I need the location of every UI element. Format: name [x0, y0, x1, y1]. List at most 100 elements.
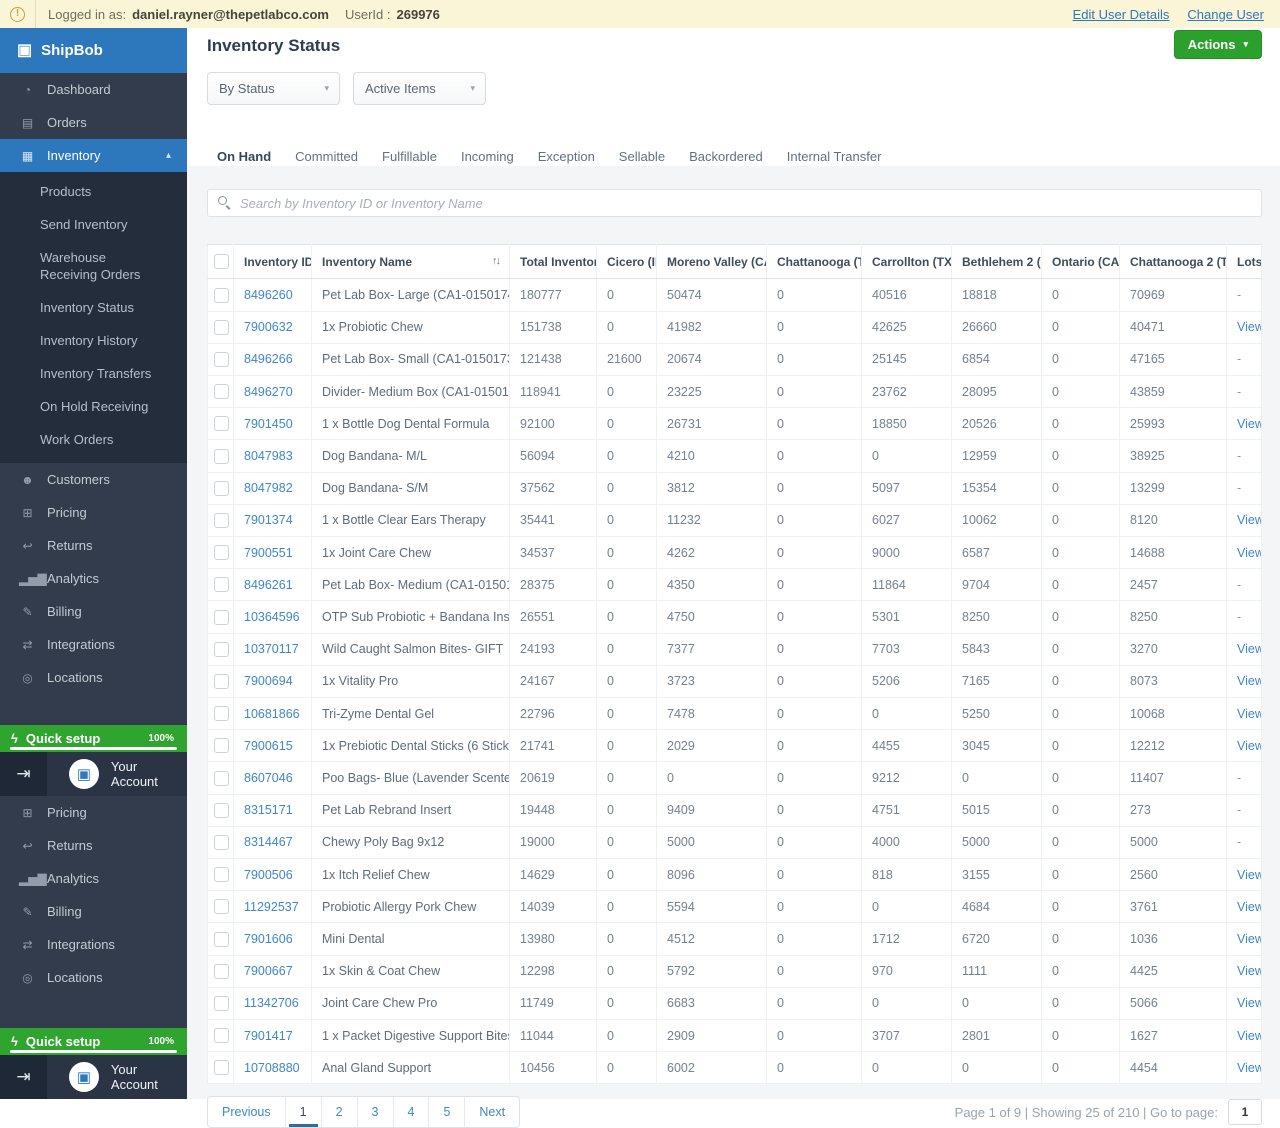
lots-link[interactable]: View — [1237, 642, 1262, 656]
col-bethlehem-2[interactable]: Bethlehem 2 (PA) — [952, 245, 1042, 279]
inventory-id-link[interactable]: 11342706 — [244, 996, 299, 1010]
lots-link[interactable]: View — [1237, 932, 1262, 946]
inventory-id-link[interactable]: 7901450 — [244, 417, 293, 431]
submenu-item-on-hold-receiving[interactable]: On Hold Receiving — [0, 390, 187, 423]
row-checkbox[interactable] — [214, 706, 229, 721]
inventory-id-link[interactable]: 8496261 — [244, 578, 293, 592]
row-checkbox[interactable] — [214, 674, 229, 689]
sidebar-item-orders[interactable]: ▤ Orders — [0, 106, 187, 139]
sidebar-item-customers[interactable]: ☻ Customers — [0, 463, 187, 496]
lots-link[interactable]: View — [1237, 513, 1262, 527]
sidebar-item-integrations[interactable]: ⇄ Integrations — [0, 928, 187, 961]
inventory-id-link[interactable]: 11292537 — [244, 900, 299, 914]
row-checkbox[interactable] — [214, 1060, 229, 1075]
by-status-select[interactable]: By Status ▾ — [207, 72, 340, 105]
inventory-id-link[interactable]: 8496260 — [244, 288, 293, 302]
edit-user-details-link[interactable]: Edit User Details — [1073, 7, 1170, 22]
lots-link[interactable]: View — [1237, 546, 1262, 560]
sidebar-item-returns[interactable]: ↩ Returns — [0, 529, 187, 562]
row-checkbox[interactable] — [214, 867, 229, 882]
row-checkbox[interactable] — [214, 416, 229, 431]
row-checkbox[interactable] — [214, 577, 229, 592]
page-button-4[interactable]: 4 — [393, 1097, 429, 1127]
inventory-id-link[interactable]: 8496266 — [244, 352, 293, 366]
lots-link[interactable]: View — [1237, 320, 1262, 334]
sidebar-item-locations[interactable]: ◎ Locations — [0, 961, 187, 994]
inventory-id-link[interactable]: 8607046 — [244, 771, 293, 785]
row-checkbox[interactable] — [214, 1028, 229, 1043]
sidebar-item-returns[interactable]: ↩ Returns — [0, 829, 187, 862]
go-to-page-input[interactable] — [1228, 1099, 1262, 1125]
lots-link[interactable]: View — [1237, 964, 1262, 978]
inventory-id-link[interactable]: 7901606 — [244, 932, 293, 946]
row-checkbox[interactable] — [214, 642, 229, 657]
actions-button[interactable]: Actions ▾ — [1174, 30, 1262, 59]
next-page-button[interactable]: Next — [464, 1097, 519, 1127]
inventory-id-link[interactable]: 7901374 — [244, 513, 293, 527]
lots-link[interactable]: View — [1237, 868, 1262, 882]
col-cicero[interactable]: Cicero (IL) — [597, 245, 657, 279]
col-total-inventory[interactable]: Total Inventory — [510, 245, 597, 279]
inventory-id-link[interactable]: 10364596 — [244, 610, 300, 624]
inventory-id-link[interactable]: 7900694 — [244, 674, 293, 688]
submenu-item-inventory-status[interactable]: Inventory Status — [0, 291, 187, 324]
inventory-id-link[interactable]: 8314467 — [244, 835, 293, 849]
inventory-id-link[interactable]: 8047982 — [244, 481, 293, 495]
row-checkbox[interactable] — [214, 899, 229, 914]
row-checkbox[interactable] — [214, 996, 229, 1011]
sidebar-item-integrations[interactable]: ⇄ Integrations — [0, 628, 187, 661]
row-checkbox[interactable] — [214, 384, 229, 399]
inventory-id-link[interactable]: 10708880 — [244, 1061, 300, 1075]
inventory-id-link[interactable]: 10681866 — [244, 707, 300, 721]
inventory-id-link[interactable]: 7900615 — [244, 739, 293, 753]
row-checkbox[interactable] — [214, 932, 229, 947]
row-checkbox[interactable] — [214, 288, 229, 303]
inventory-id-link[interactable]: 7900551 — [244, 546, 293, 560]
submenu-item-send-inventory[interactable]: Send Inventory — [0, 208, 187, 241]
sidebar-item-pricing[interactable]: ⊞ Pricing — [0, 496, 187, 529]
row-checkbox[interactable] — [214, 964, 229, 979]
page-button-5[interactable]: 5 — [428, 1097, 464, 1127]
page-button-1[interactable]: 1 — [285, 1097, 321, 1127]
row-checkbox[interactable] — [214, 771, 229, 786]
change-user-link[interactable]: Change User — [1187, 7, 1264, 22]
sidebar-item-billing[interactable]: ✎ Billing — [0, 895, 187, 928]
sidebar-item-inventory[interactable]: ▦ Inventory ▴ — [0, 139, 187, 172]
previous-page-button[interactable]: Previous — [208, 1097, 285, 1127]
submenu-item-inventory-transfers[interactable]: Inventory Transfers — [0, 357, 187, 390]
sidebar-item-analytics[interactable]: ▂▅▇ Analytics — [0, 562, 187, 595]
inventory-id-link[interactable]: 7901417 — [244, 1029, 293, 1043]
inventory-id-link[interactable]: 7900506 — [244, 868, 293, 882]
row-checkbox[interactable] — [214, 513, 229, 528]
sidebar-item-locations[interactable]: ◎ Locations — [0, 661, 187, 694]
col-inventory-name[interactable]: Inventory Name ↑↓ — [312, 245, 510, 279]
col-inventory-id[interactable]: Inventory ID — [234, 245, 312, 279]
lots-link[interactable]: View — [1237, 900, 1262, 914]
row-checkbox[interactable] — [214, 738, 229, 753]
lots-link[interactable]: View — [1237, 996, 1262, 1010]
page-button-3[interactable]: 3 — [357, 1097, 393, 1127]
inventory-id-link[interactable]: 10370117 — [244, 642, 299, 656]
page-button-2[interactable]: 2 — [321, 1097, 357, 1127]
sidebar-item-analytics[interactable]: ▂▅▇ Analytics — [0, 862, 187, 895]
lots-link[interactable]: View — [1237, 707, 1262, 721]
row-checkbox[interactable] — [214, 803, 229, 818]
row-checkbox[interactable] — [214, 352, 229, 367]
col-chattanooga-2[interactable]: Chattanooga 2 (TN) — [1120, 245, 1227, 279]
your-account-row-2[interactable]: ⇥ ▣ Your Account — [0, 1055, 187, 1099]
col-moreno-valley[interactable]: Moreno Valley (CA) — [657, 245, 767, 279]
row-checkbox[interactable] — [214, 481, 229, 496]
your-account-row[interactable]: ⇥ ▣ Your Account — [0, 752, 187, 796]
lots-link[interactable]: View — [1237, 674, 1262, 688]
row-checkbox[interactable] — [214, 449, 229, 464]
sidebar-item-billing[interactable]: ✎ Billing — [0, 595, 187, 628]
row-checkbox[interactable] — [214, 610, 229, 625]
submenu-item-warehouse-receiving-orders[interactable]: Warehouse Receiving Orders — [0, 241, 187, 291]
submenu-item-work-orders[interactable]: Work Orders — [0, 423, 187, 456]
col-ontario[interactable]: Ontario (CA) — [1042, 245, 1120, 279]
logout-icon[interactable]: ⇥ — [0, 1055, 47, 1099]
lots-link[interactable]: View — [1237, 417, 1262, 431]
lots-link[interactable]: View — [1237, 1029, 1262, 1043]
sort-icon[interactable]: ↑↓ — [492, 255, 499, 267]
inventory-id-link[interactable]: 8047983 — [244, 449, 293, 463]
